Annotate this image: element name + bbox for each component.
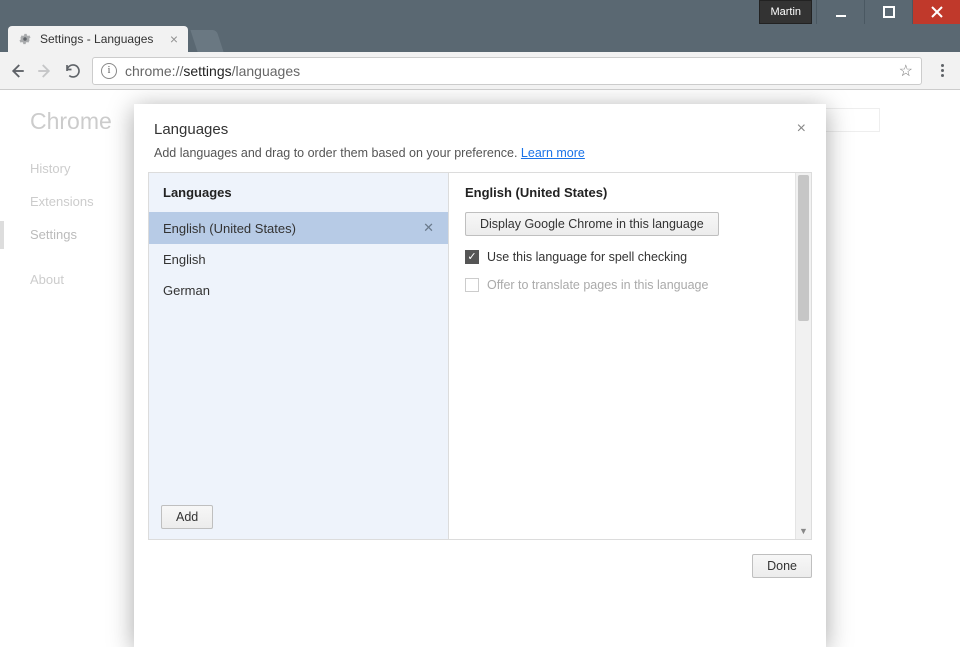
chrome-menu-button[interactable]	[932, 64, 952, 77]
translate-row: Offer to translate pages in this languag…	[465, 278, 795, 292]
language-item[interactable]: English (United States) ✕	[149, 212, 448, 244]
dialog-header: Languages ×	[134, 104, 826, 146]
language-name: German	[163, 283, 210, 298]
tab-close-button[interactable]: ×	[170, 31, 178, 47]
tab-strip: Settings - Languages ×	[0, 24, 960, 52]
dialog-footer: Done	[134, 540, 826, 592]
close-window-button[interactable]	[912, 0, 960, 24]
spellcheck-label: Use this language for spell checking	[487, 250, 687, 264]
url-text: chrome://settings/languages	[125, 63, 300, 79]
remove-language-button[interactable]: ✕	[423, 220, 434, 236]
maximize-button[interactable]	[864, 0, 912, 24]
language-item[interactable]: English	[149, 244, 448, 275]
reload-button[interactable]	[64, 62, 82, 80]
display-in-language-button[interactable]: Display Google Chrome in this language	[465, 212, 719, 236]
language-details-column: English (United States) Display Google C…	[449, 173, 811, 539]
scrollbar-thumb[interactable]	[798, 175, 809, 321]
dialog-body: Languages English (United States) ✕ Engl…	[148, 172, 812, 540]
dialog-close-button[interactable]: ×	[797, 120, 806, 138]
languages-header: Languages	[149, 173, 448, 212]
language-item[interactable]: German	[149, 275, 448, 306]
address-bar[interactable]: i chrome://settings/languages ☆	[92, 57, 922, 85]
translate-label: Offer to translate pages in this languag…	[487, 278, 708, 292]
back-button[interactable]	[8, 62, 26, 80]
gear-icon	[18, 32, 32, 46]
browser-tab[interactable]: Settings - Languages ×	[8, 26, 188, 52]
reload-icon	[64, 62, 82, 80]
language-name: English	[163, 252, 206, 267]
dialog-scrollbar[interactable]: ▲ ▼	[795, 173, 811, 539]
page-content: Chrome History Extensions Settings About…	[0, 90, 960, 647]
maximize-icon	[883, 6, 895, 18]
minimize-icon	[835, 6, 847, 18]
modal-overlay: Languages × Add languages and drag to or…	[0, 90, 960, 647]
arrow-left-icon	[8, 62, 26, 80]
dialog-subtitle: Add languages and drag to order them bas…	[134, 146, 826, 172]
browser-toolbar: i chrome://settings/languages ☆	[0, 52, 960, 90]
scroll-down-icon[interactable]: ▼	[796, 523, 811, 539]
window-titlebar: Martin	[0, 0, 960, 24]
profile-button[interactable]: Martin	[759, 0, 812, 24]
tab-title: Settings - Languages	[40, 32, 153, 46]
checkbox-unchecked-icon	[465, 278, 479, 292]
done-button[interactable]: Done	[752, 554, 812, 578]
new-tab-button[interactable]	[190, 30, 223, 52]
forward-button	[36, 62, 54, 80]
languages-column: Languages English (United States) ✕ Engl…	[149, 173, 449, 539]
minimize-button[interactable]	[816, 0, 864, 24]
checkbox-checked-icon[interactable]: ✓	[465, 250, 479, 264]
language-list: English (United States) ✕ English German	[149, 212, 448, 495]
language-name: English (United States)	[163, 221, 296, 236]
add-language-button[interactable]: Add	[161, 505, 213, 529]
bookmark-star-icon[interactable]: ☆	[899, 61, 913, 81]
close-icon	[931, 6, 943, 18]
spellcheck-row[interactable]: ✓ Use this language for spell checking	[465, 250, 795, 264]
settings-sidebar: Chrome History Extensions Settings About	[0, 90, 155, 305]
profile-name: Martin	[770, 6, 801, 18]
site-info-icon[interactable]: i	[101, 63, 117, 79]
learn-more-link[interactable]: Learn more	[521, 146, 585, 160]
arrow-right-icon	[36, 62, 54, 80]
selected-language-header: English (United States)	[465, 185, 795, 200]
dialog-title: Languages	[154, 121, 228, 138]
languages-dialog: Languages × Add languages and drag to or…	[134, 104, 826, 647]
